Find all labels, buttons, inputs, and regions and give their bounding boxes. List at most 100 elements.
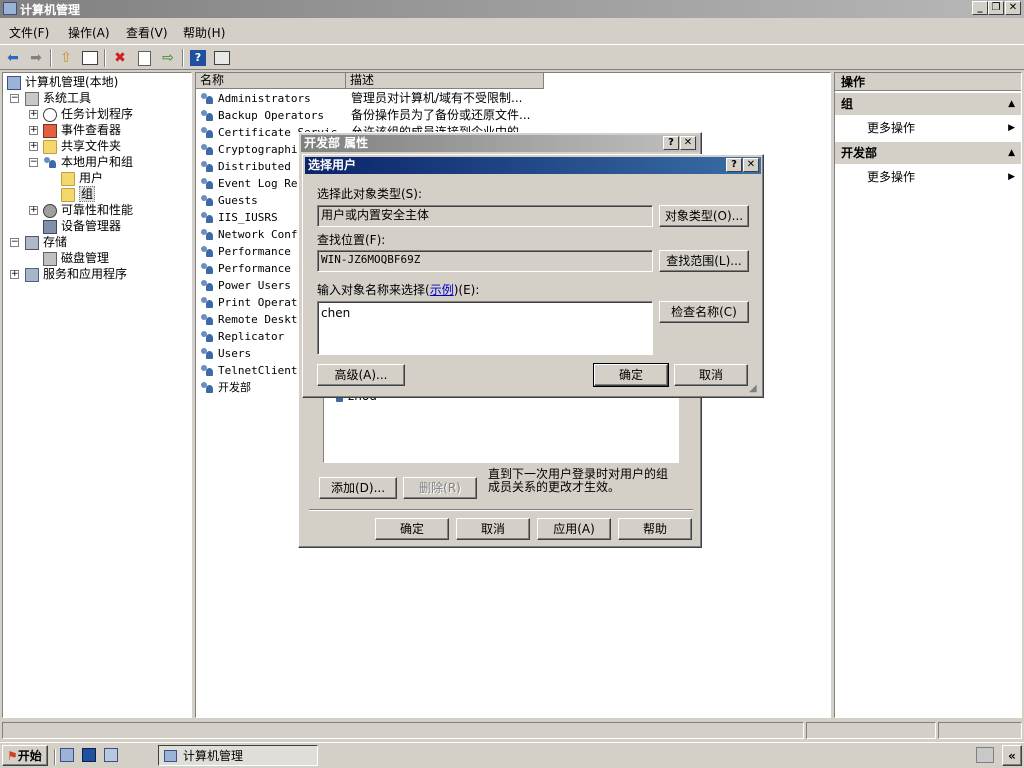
more-actions-dev[interactable]: 更多操作 ▶: [835, 166, 1021, 188]
collapse-icon[interactable]: −: [29, 158, 38, 167]
table-row[interactable]: Event Log Read: [200, 175, 311, 191]
tree-task-scheduler[interactable]: 任务计划程序: [43, 106, 133, 122]
locations-button[interactable]: 查找范围(L)...: [659, 250, 749, 272]
expand-icon[interactable]: +: [29, 142, 38, 151]
props-close-button[interactable]: ✕: [680, 136, 696, 150]
menu-file[interactable]: 文件(F): [9, 24, 49, 41]
table-row[interactable]: Administrators: [200, 90, 311, 106]
tree-device-manager[interactable]: 设备管理器: [43, 218, 121, 234]
table-row[interactable]: Print Operator: [200, 294, 311, 310]
table-row[interactable]: Remote Desktop: [200, 311, 311, 327]
table-row[interactable]: Distributed CO: [200, 158, 311, 174]
table-row[interactable]: Performance Mo: [200, 260, 311, 276]
properties-icon[interactable]: [134, 48, 154, 68]
tree-groups[interactable]: 组: [61, 186, 96, 202]
tree-local-users-groups[interactable]: 本地用户和组: [43, 154, 133, 170]
windows-logo-icon: ⚑: [7, 748, 18, 763]
delete-icon[interactable]: ✖: [110, 48, 130, 68]
tray-network-icon[interactable]: [976, 747, 994, 763]
tree-storage[interactable]: 存储: [25, 234, 67, 250]
collapse-icon[interactable]: −: [10, 94, 19, 103]
remove-member-button[interactable]: 删除(R): [403, 477, 477, 499]
group-icon: [200, 92, 214, 105]
menu-help[interactable]: 帮助(H): [183, 24, 225, 41]
advanced-button[interactable]: 高级(A)...: [317, 364, 405, 386]
table-row[interactable]: Backup Operators: [200, 107, 324, 123]
group-name: Guests: [218, 194, 258, 207]
expand-icon[interactable]: +: [29, 126, 38, 135]
props-help-button[interactable]: ?: [663, 136, 679, 150]
table-row[interactable]: TelnetClients: [200, 362, 304, 378]
location-label: 查找位置(F):: [317, 233, 386, 247]
tray-expand-button[interactable]: «: [1002, 745, 1022, 766]
help-icon[interactable]: ?: [188, 48, 208, 68]
select-help-button[interactable]: ?: [726, 158, 742, 172]
table-row[interactable]: Cryptographic: [200, 141, 304, 157]
table-row[interactable]: IIS_IUSRS: [200, 209, 278, 225]
group-icon: [200, 262, 214, 275]
collapse-up-icon[interactable]: ▲: [1008, 142, 1015, 164]
actions-section-group[interactable]: 组 ▲: [835, 93, 1021, 115]
show-tree-icon[interactable]: [80, 48, 100, 68]
table-row[interactable]: Network Config: [200, 226, 311, 242]
server-manager-icon[interactable]: [60, 748, 74, 762]
expand-icon[interactable]: +: [29, 110, 38, 119]
check-names-button[interactable]: 检查名称(C): [659, 301, 749, 323]
object-types-button[interactable]: 对象类型(O)...: [659, 205, 749, 227]
window-title-bar[interactable]: 计算机管理 _ ❐ ✕: [0, 0, 1024, 18]
separator: [309, 509, 693, 511]
minimize-button[interactable]: _: [972, 1, 988, 15]
menu-view[interactable]: 查看(V): [126, 24, 168, 41]
object-names-input[interactable]: chen: [317, 301, 653, 355]
tree-users[interactable]: 用户: [61, 170, 103, 186]
storage-icon: [25, 235, 39, 250]
expand-icon[interactable]: +: [10, 270, 19, 279]
select-close-button[interactable]: ✕: [743, 158, 759, 172]
console-icon[interactable]: [212, 48, 232, 68]
tree-disk-management[interactable]: 磁盘管理: [43, 250, 109, 266]
table-row[interactable]: Guests: [200, 192, 258, 208]
collapse-icon[interactable]: −: [10, 238, 19, 247]
table-row[interactable]: Replicator: [200, 328, 284, 344]
props-apply-button[interactable]: 应用(A): [537, 518, 611, 540]
props-help-text-button[interactable]: 帮助: [618, 518, 692, 540]
tree-shared-folders[interactable]: 共享文件夹: [43, 138, 121, 154]
up-folder-icon[interactable]: ⇧: [56, 48, 76, 68]
menu-action[interactable]: 操作(A): [68, 24, 110, 41]
actions-section-dev[interactable]: 开发部 ▲: [835, 142, 1021, 164]
expand-icon[interactable]: +: [29, 206, 38, 215]
tree-root[interactable]: 计算机管理(本地): [7, 74, 118, 90]
collapse-up-icon[interactable]: ▲: [1008, 93, 1015, 115]
select-cancel-button[interactable]: 取消: [674, 364, 748, 386]
table-row[interactable]: Power Users: [200, 277, 291, 293]
back-icon[interactable]: ⬅: [3, 48, 23, 68]
close-button[interactable]: ✕: [1005, 1, 1021, 15]
examples-link[interactable]: 示例: [430, 283, 454, 297]
more-actions-group[interactable]: 更多操作 ▶: [835, 117, 1021, 139]
console-tree[interactable]: 计算机管理(本地) − 系统工具 + 任务计划程序 + 事件查看器 + 共享文件…: [2, 72, 192, 718]
table-row[interactable]: Performance Lo: [200, 243, 311, 259]
forward-icon[interactable]: ➡: [26, 48, 46, 68]
group-name: TelnetClients: [218, 364, 305, 377]
group-icon: [200, 228, 214, 241]
column-header-description[interactable]: 描述: [346, 73, 544, 89]
tree-reliability[interactable]: 可靠性和性能: [43, 202, 133, 218]
tree-system-tools[interactable]: 系统工具: [25, 90, 91, 106]
props-ok-button[interactable]: 确定: [375, 518, 449, 540]
table-row[interactable]: Users: [200, 345, 251, 361]
show-desktop-icon[interactable]: [104, 748, 118, 762]
start-button[interactable]: ⚑开始: [2, 745, 48, 766]
props-cancel-button[interactable]: 取消: [456, 518, 530, 540]
column-header-name[interactable]: 名称: [196, 73, 346, 89]
object-type-field: 用户或内置安全主体: [317, 205, 653, 227]
restore-button[interactable]: ❐: [988, 1, 1004, 15]
export-icon[interactable]: ⇨: [158, 48, 178, 68]
powershell-icon[interactable]: [82, 748, 96, 762]
taskbar-task-computer-management[interactable]: 计算机管理: [158, 745, 318, 766]
select-ok-button[interactable]: 确定: [593, 363, 669, 387]
tree-event-viewer[interactable]: 事件查看器: [43, 122, 121, 138]
table-row[interactable]: 开发部: [200, 379, 251, 395]
add-member-button[interactable]: 添加(D)...: [319, 477, 397, 499]
resize-grip-icon[interactable]: ◢: [749, 383, 757, 394]
tree-services-apps[interactable]: 服务和应用程序: [25, 266, 127, 282]
